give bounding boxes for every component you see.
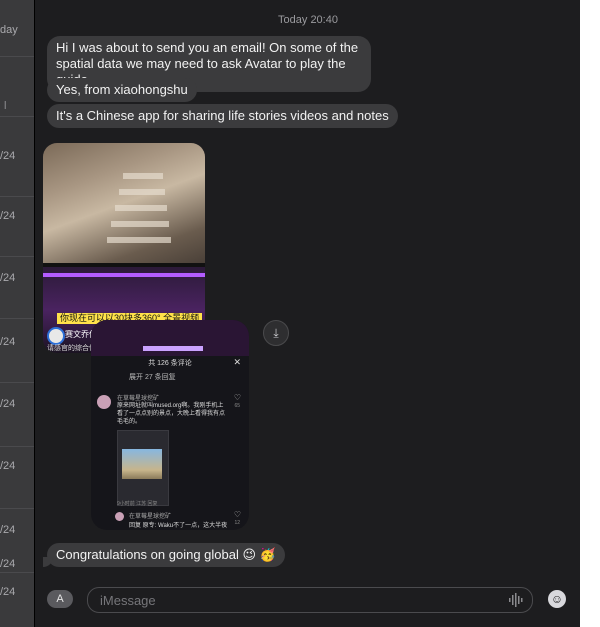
conversation-preview: l xyxy=(4,100,7,112)
message-bubble[interactable]: Yes, from xiaohongshu xyxy=(47,78,197,102)
conversation-row[interactable]: /24 xyxy=(0,452,34,509)
like-count: 65 xyxy=(234,403,240,409)
message-timestamp: Today 20:40 xyxy=(278,14,338,26)
conversation-date: /24 xyxy=(0,150,16,162)
comment-text: 原来网址就叫mused.org啊。我刚手机上看了一点点别的景点，大晚上看得我有点… xyxy=(117,403,226,425)
chat-pane: Today 20:40 Hi I was about to send you a… xyxy=(34,0,581,627)
reply-avatar xyxy=(115,512,124,521)
conversation-date: /24 xyxy=(0,586,16,598)
heart-icon: ♡ xyxy=(233,393,241,402)
commenter-name: 在草莓星球挖矿 xyxy=(117,396,160,402)
audio-waveform-icon[interactable] xyxy=(508,591,524,609)
commenter-avatar xyxy=(97,395,111,409)
save-attachment-button[interactable]: ⤓ xyxy=(263,320,289,346)
emoji-icon: ☺ xyxy=(550,592,564,606)
conversation-date: /24 xyxy=(0,272,16,284)
message-input-placeholder: iMessage xyxy=(100,593,156,608)
conversation-row[interactable]: day xyxy=(0,0,34,57)
embedded-screenshot xyxy=(117,430,169,506)
conversation-row[interactable]: l xyxy=(0,56,34,117)
conversation-date: /24 xyxy=(0,524,16,536)
conversation-date: day xyxy=(0,24,18,36)
reply-name: 在草莓星球挖矿 xyxy=(129,514,172,520)
conversation-date: /24 xyxy=(0,336,16,348)
conversation-row[interactable]: /24 xyxy=(0,578,34,627)
message-bubble[interactable]: It's a Chinese app for sharing life stor… xyxy=(47,104,398,128)
conversation-row[interactable]: /24 xyxy=(0,200,34,257)
conversation-date: /24 xyxy=(0,210,16,222)
window-edge xyxy=(580,0,600,627)
close-icon: ✕ xyxy=(233,357,241,367)
like-count: 12 xyxy=(234,520,240,526)
conversation-date: /24 xyxy=(0,460,16,472)
conversation-row[interactable]: /24 xyxy=(0,390,34,447)
conversation-list-sidebar: day l /24 /24 /24 /24 /24 /24 /24 /24 /2… xyxy=(0,0,34,627)
reply-text: 回复 原专: Waku不了一点，这大半夜 xyxy=(129,523,228,529)
heart-icon: ♡ xyxy=(233,510,241,519)
comments-header: 共 126 条评论 xyxy=(148,360,192,367)
message-input[interactable]: iMessage xyxy=(87,587,533,613)
download-icon: ⤓ xyxy=(273,326,279,340)
conversation-row[interactable]: /24 xyxy=(0,262,34,319)
conversation-date: /24 xyxy=(0,558,16,570)
message-bubble[interactable]: Congratulations on going global 😉 🥳 xyxy=(43,543,285,567)
conversation-row[interactable]: /24 xyxy=(0,326,34,383)
conversation-date: /24 xyxy=(0,398,16,410)
conversation-row[interactable]: /24 xyxy=(0,140,34,197)
app-store-icon: A xyxy=(56,593,64,605)
expand-replies: 展开 27 条回复 xyxy=(129,374,176,381)
comment-meta: 9小时前 江苏 回复 xyxy=(117,501,158,507)
emoji-button[interactable]: ☺ xyxy=(548,590,566,608)
app-store-button[interactable]: A xyxy=(47,590,73,608)
comments-screenshot[interactable]: 共 126 条评论 ✕ 展开 27 条回复 在草莓星球挖矿 原来网址就叫muse… xyxy=(91,320,249,530)
stairs-photo xyxy=(43,143,205,263)
